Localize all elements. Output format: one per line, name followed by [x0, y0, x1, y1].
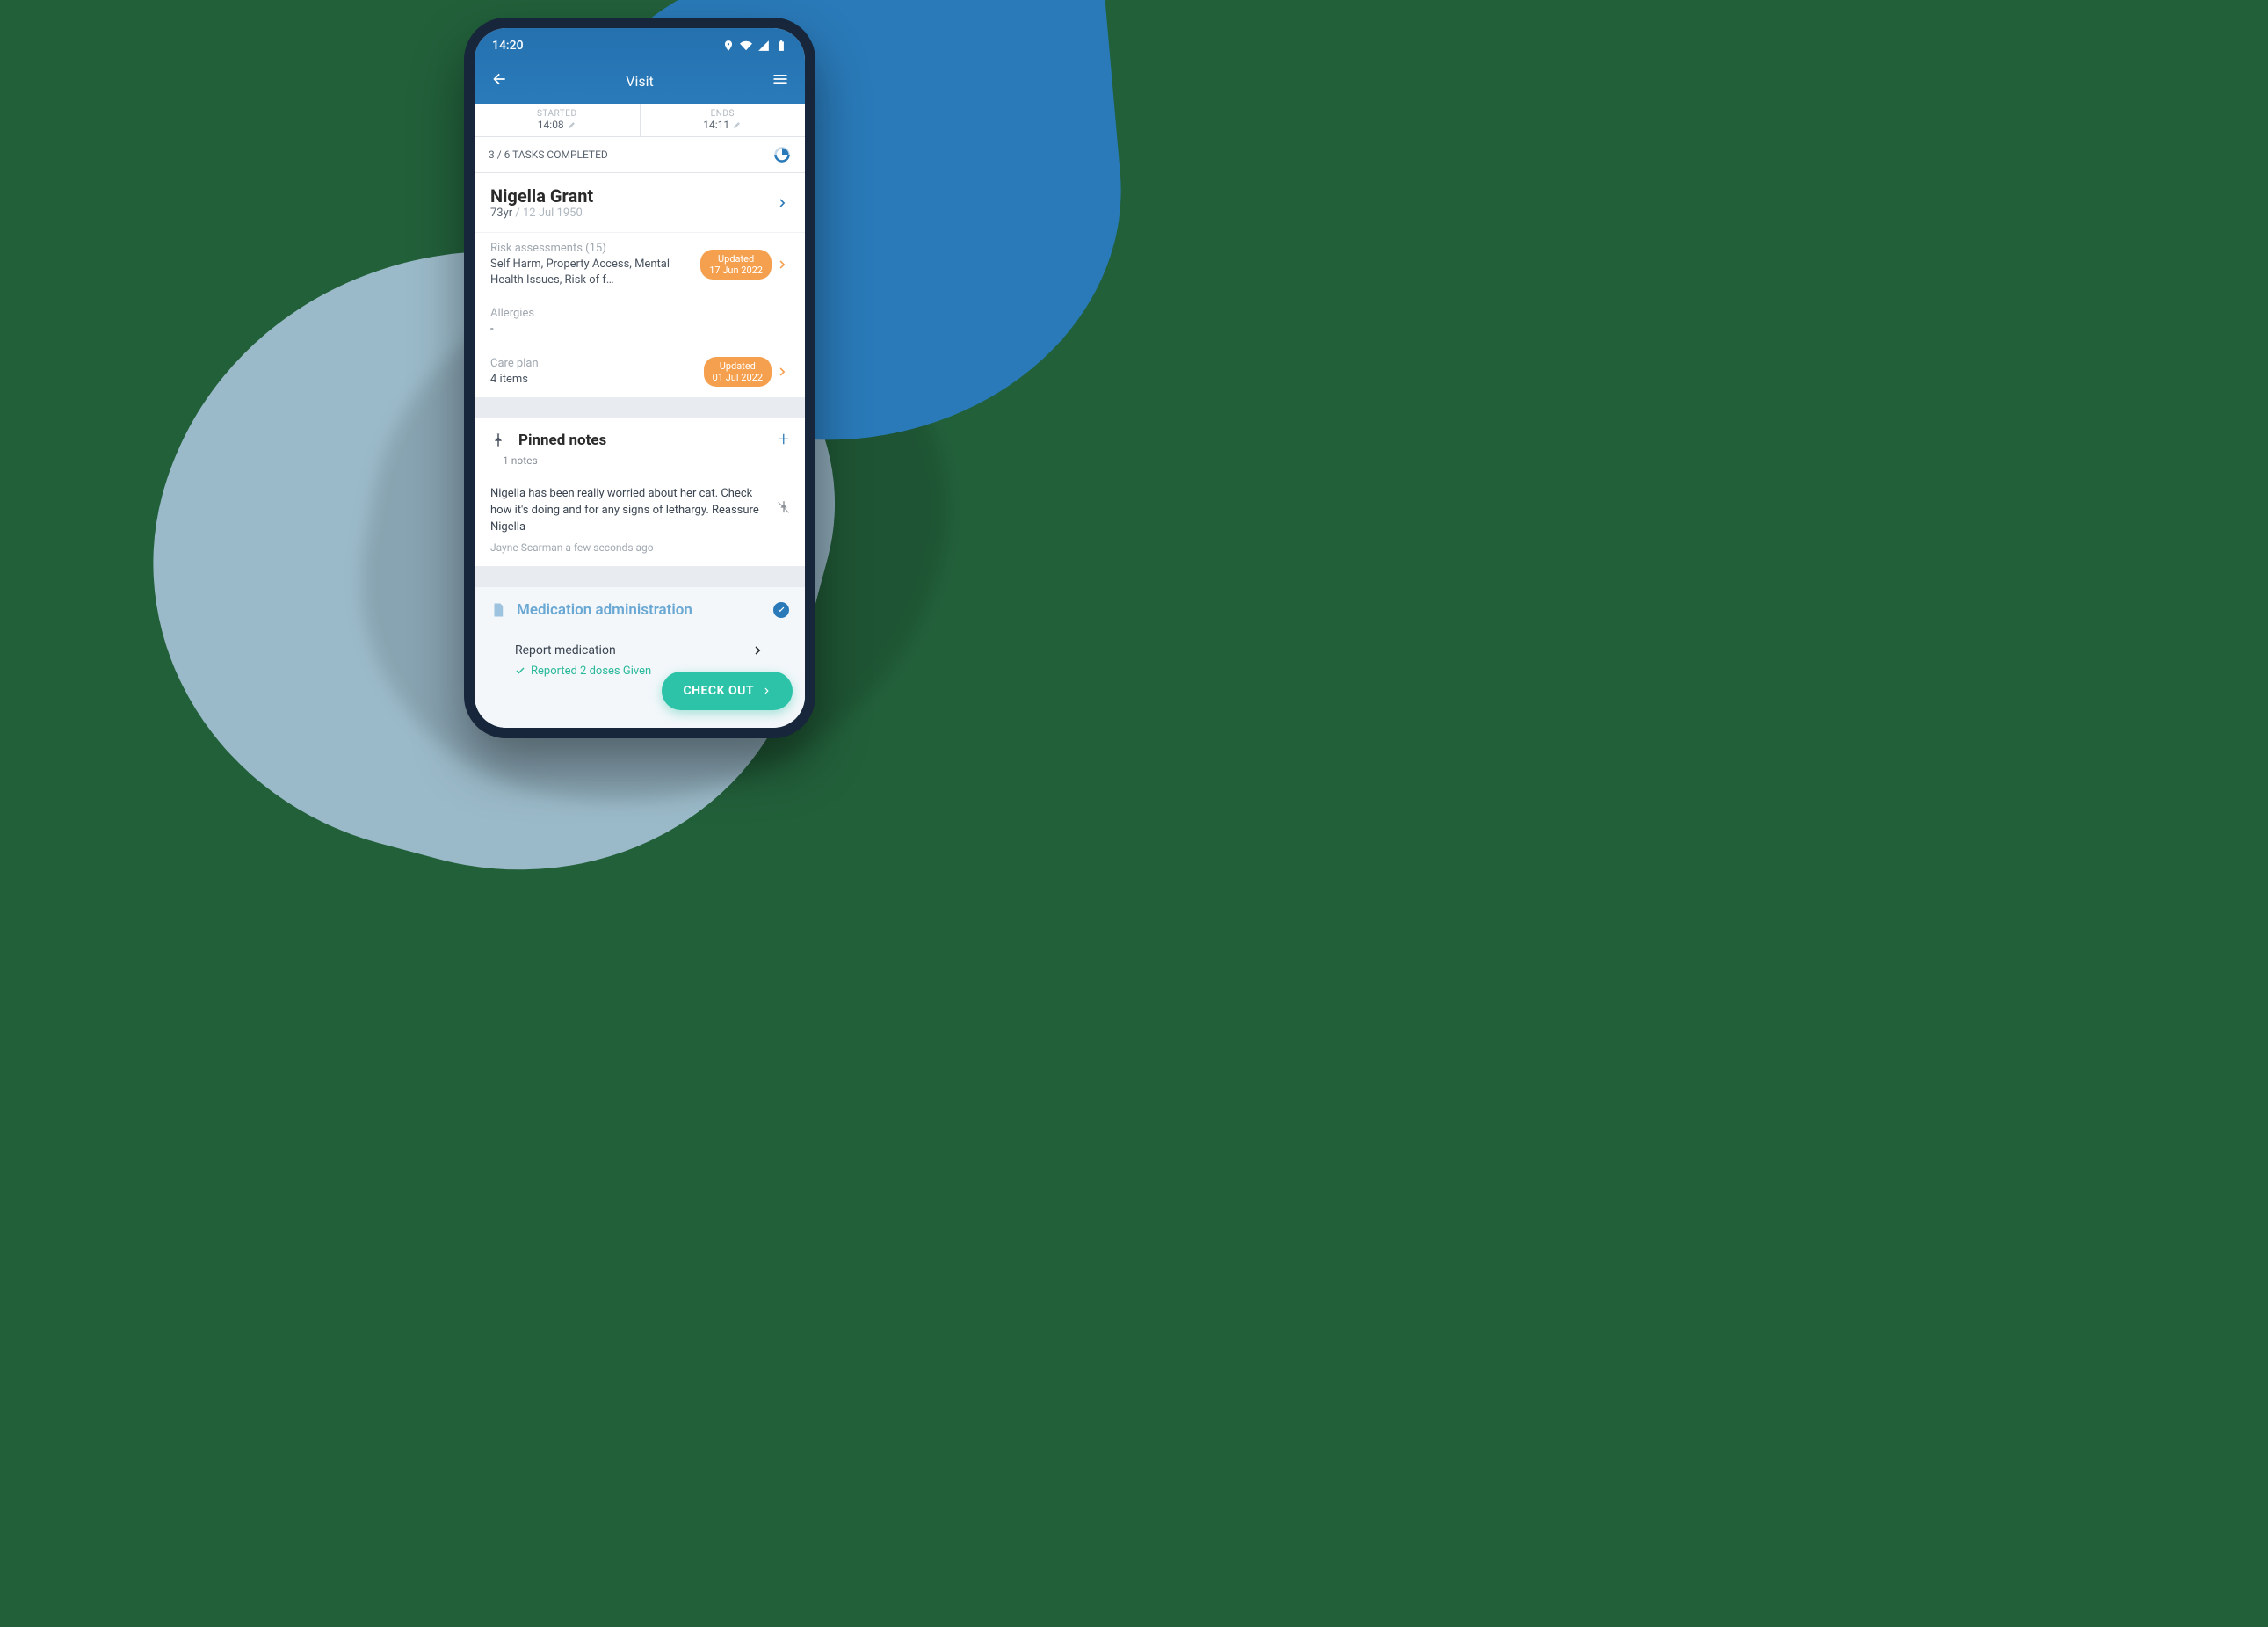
careplan-label: Care plan	[490, 357, 704, 370]
page-title: Visit	[626, 73, 653, 90]
status-bar: 14:20	[475, 28, 805, 60]
started-time[interactable]: STARTED 14:08	[475, 104, 641, 136]
document-icon	[490, 602, 506, 618]
location-icon	[722, 40, 735, 52]
battery-icon	[775, 40, 787, 52]
add-note-button[interactable]: +	[779, 429, 789, 451]
report-medication-label: Report medication	[515, 643, 616, 657]
menu-button[interactable]	[772, 70, 789, 91]
chevron-right-icon	[763, 686, 772, 695]
started-value: 14:08	[538, 119, 564, 131]
risk-label: Risk assessments (15)	[490, 242, 700, 255]
risk-assessments-row[interactable]: Risk assessments (15) Self Harm, Propert…	[475, 233, 805, 298]
progress-circle-icon	[773, 146, 791, 163]
tasks-completed-text: 3 / 6 TASKS COMPLETED	[489, 149, 608, 161]
visit-times: STARTED 14:08 ENDS 14:11	[475, 104, 805, 137]
allergies-row[interactable]: Allergies -	[475, 298, 805, 348]
phone-frame: 14:20 Visit STARTED	[464, 18, 815, 738]
pinned-notes-count: 1 notes	[503, 454, 805, 476]
careplan-value: 4 items	[490, 372, 704, 388]
pinned-notes-title: Pinned notes	[518, 432, 606, 449]
patient-dob: / 12 Jul 1950	[515, 207, 582, 220]
app-header: 14:20 Visit	[475, 28, 805, 104]
chevron-right-icon	[752, 644, 764, 657]
pinned-note-meta: Jayne Scarman a few seconds ago	[475, 541, 805, 566]
check-icon	[515, 665, 525, 676]
patient-age: 73yr	[490, 207, 512, 220]
edit-icon	[568, 120, 576, 129]
patient-name: Nigella Grant	[490, 185, 593, 207]
medication-title: Medication administration	[517, 601, 763, 619]
clock-time: 14:20	[492, 39, 524, 53]
risk-summary: Self Harm, Property Access, Mental Healt…	[490, 257, 700, 287]
ends-label: ENDS	[641, 109, 806, 119]
ends-time[interactable]: ENDS 14:11	[641, 104, 806, 136]
pinned-notes-section: Pinned notes + 1 notes Nigella has been …	[475, 418, 805, 566]
chevron-right-icon	[777, 258, 789, 271]
medication-section-header[interactable]: Medication administration	[475, 587, 805, 633]
content-scroll[interactable]: Nigella Grant 73yr / 12 Jul 1950 Risk as…	[475, 173, 805, 728]
report-medication-row[interactable]: Report medication	[490, 633, 789, 661]
updated-badge: Updated 01 Jul 2022	[704, 357, 772, 387]
allergies-value: -	[490, 322, 789, 338]
back-button[interactable]	[490, 70, 508, 91]
completed-check-icon	[773, 602, 789, 618]
patient-header-row[interactable]: Nigella Grant 73yr / 12 Jul 1950	[475, 173, 805, 233]
wifi-icon	[740, 40, 752, 52]
care-plan-row[interactable]: Care plan 4 items Updated 01 Jul 2022	[475, 348, 805, 398]
nav-bar: Visit	[475, 60, 805, 104]
pin-icon	[490, 432, 506, 448]
allergies-label: Allergies	[490, 307, 789, 320]
status-icons	[722, 40, 787, 52]
ends-value: 14:11	[703, 119, 729, 131]
edit-icon	[733, 120, 742, 129]
tasks-progress-bar[interactable]: 3 / 6 TASKS COMPLETED	[475, 137, 805, 173]
signal-icon	[757, 40, 770, 52]
pinned-note-body[interactable]: Nigella has been really worried about he…	[475, 476, 805, 541]
started-label: STARTED	[475, 109, 640, 119]
app-screen: 14:20 Visit STARTED	[475, 28, 805, 728]
checkout-button[interactable]: CHECK OUT	[662, 672, 793, 710]
chevron-right-icon	[777, 197, 789, 209]
updated-badge: Updated 17 Jun 2022	[700, 250, 772, 280]
unpin-icon[interactable]	[777, 500, 791, 514]
chevron-right-icon	[777, 366, 789, 378]
